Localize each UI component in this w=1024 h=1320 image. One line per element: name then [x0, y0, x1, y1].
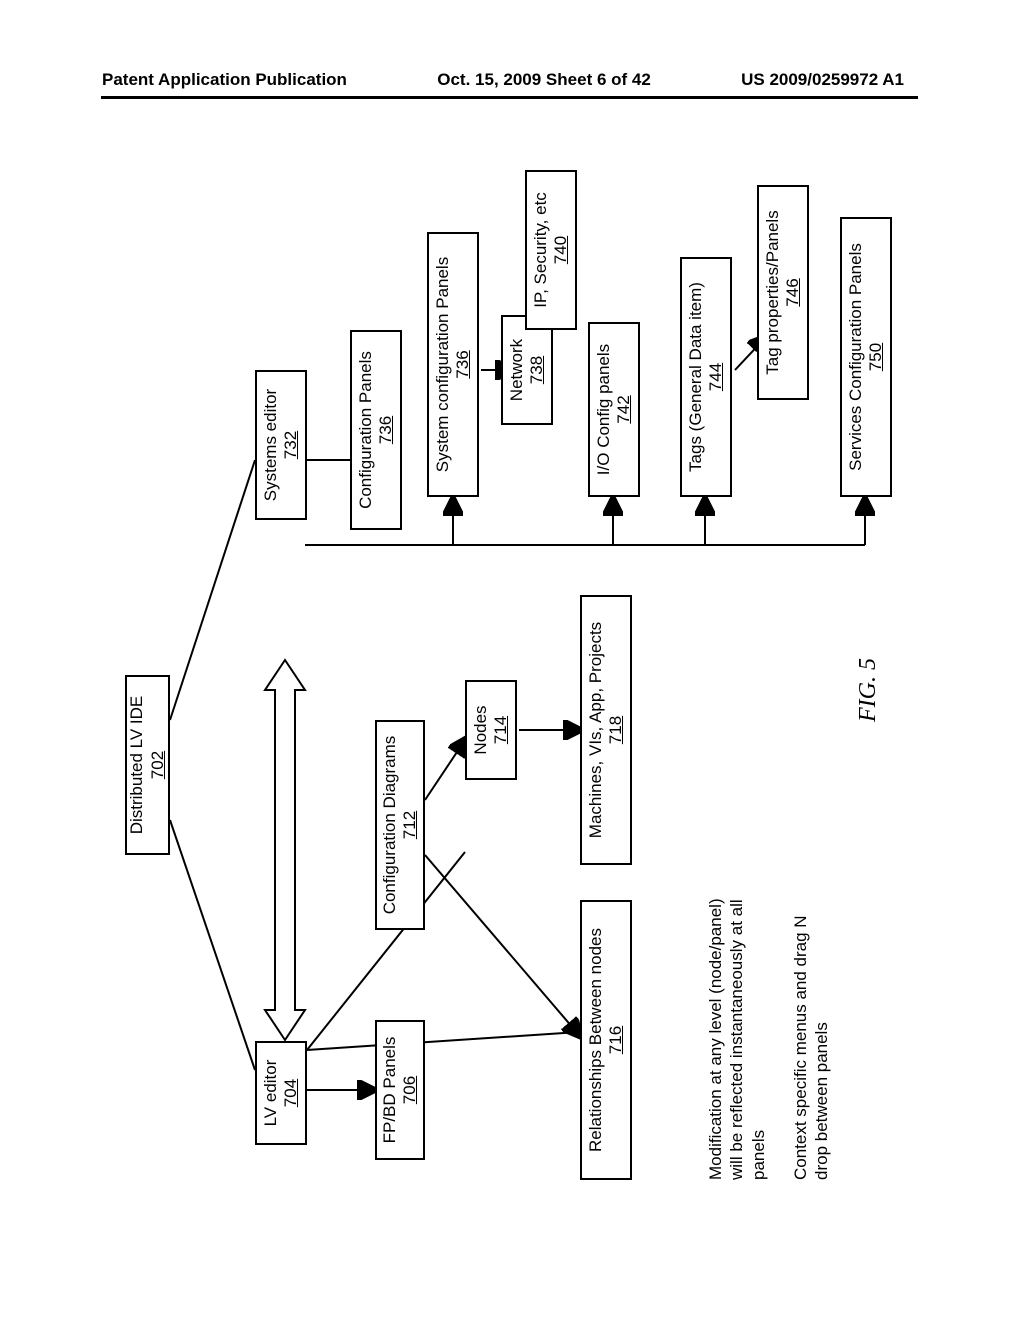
node-label: Services Configuration Panels — [846, 243, 866, 471]
node-ref: 736 — [376, 416, 396, 444]
node-label: Machines, VIs, App, Projects — [586, 622, 606, 838]
node-ref: 702 — [148, 751, 168, 779]
node-label: Configuration Panels — [356, 351, 376, 509]
node-label: Configuration Diagrams — [380, 736, 400, 915]
node-label: Nodes — [471, 705, 491, 754]
node-ref: 744 — [706, 363, 726, 391]
node-ref: 706 — [400, 1076, 420, 1104]
node-label: System configuration Panels — [433, 257, 453, 472]
node-ref: 750 — [866, 343, 886, 371]
node-label: I/O Config panels — [594, 344, 614, 475]
page-header: Patent Application Publication Oct. 15, … — [0, 70, 1024, 90]
node-io-config-panels: I/O Config panels 742 — [588, 322, 640, 497]
node-services-config-panels: Services Configuration Panels 750 — [840, 217, 892, 497]
node-ip-security: IP, Security, etc 740 — [525, 170, 577, 330]
node-system-config-panels: System configuration Panels 736 — [427, 232, 479, 497]
node-label: LV editor — [261, 1060, 281, 1127]
node-nodes: Nodes 714 — [465, 680, 517, 780]
node-network: Network 738 — [501, 315, 553, 425]
node-ref: 740 — [551, 236, 571, 264]
node-relationships: Relationships Between nodes 716 — [580, 900, 632, 1180]
node-config-panels: Configuration Panels 736 — [350, 330, 402, 530]
node-label: Network — [507, 339, 527, 401]
node-ref: 712 — [400, 811, 420, 839]
node-label: Tags (General Data item) — [686, 282, 706, 472]
note-context: Context specific menus and drag N drop b… — [790, 880, 833, 1180]
figure-diagram: Distributed LV IDE 702 LV editor 704 FP/… — [125, 417, 1024, 1200]
node-ref: 746 — [783, 278, 803, 306]
node-ref: 716 — [606, 1026, 626, 1054]
node-label: Relationships Between nodes — [586, 928, 606, 1152]
node-ref: 742 — [614, 395, 634, 423]
node-label: Tag properties/Panels — [763, 210, 783, 374]
figure-label: FIG. 5 — [855, 658, 882, 722]
note-modification: Modification at any level (node/panel) w… — [705, 880, 769, 1180]
node-ref: 738 — [527, 356, 547, 384]
node-label: FP/BD Panels — [380, 1037, 400, 1144]
node-ref: 714 — [491, 716, 511, 744]
node-ref: 732 — [281, 431, 301, 459]
node-label: Systems editor — [261, 389, 281, 501]
node-ref: 736 — [453, 350, 473, 378]
node-machines-vis-app-projects: Machines, VIs, App, Projects 718 — [580, 595, 632, 865]
node-ref: 718 — [606, 716, 626, 744]
header-left: Patent Application Publication — [102, 70, 347, 90]
node-ref: 704 — [281, 1079, 301, 1107]
node-label: IP, Security, etc — [531, 192, 551, 308]
node-tag-properties: Tag properties/Panels 746 — [757, 185, 809, 400]
header-center: Oct. 15, 2009 Sheet 6 of 42 — [437, 70, 651, 90]
node-lv-editor: LV editor 704 — [255, 1041, 307, 1145]
node-distributed-lv-ide: Distributed LV IDE 702 — [125, 675, 170, 855]
node-config-diagrams: Configuration Diagrams 712 — [375, 720, 425, 930]
header-right: US 2009/0259972 A1 — [741, 70, 904, 90]
diagram-canvas: Distributed LV IDE 702 LV editor 704 FP/… — [125, 163, 908, 1200]
header-rule — [101, 96, 918, 99]
node-label: Distributed LV IDE — [127, 696, 147, 835]
node-fpbd-panels: FP/BD Panels 706 — [375, 1020, 425, 1160]
node-tags: Tags (General Data item) 744 — [680, 257, 732, 497]
node-systems-editor: Systems editor 732 — [255, 370, 307, 520]
